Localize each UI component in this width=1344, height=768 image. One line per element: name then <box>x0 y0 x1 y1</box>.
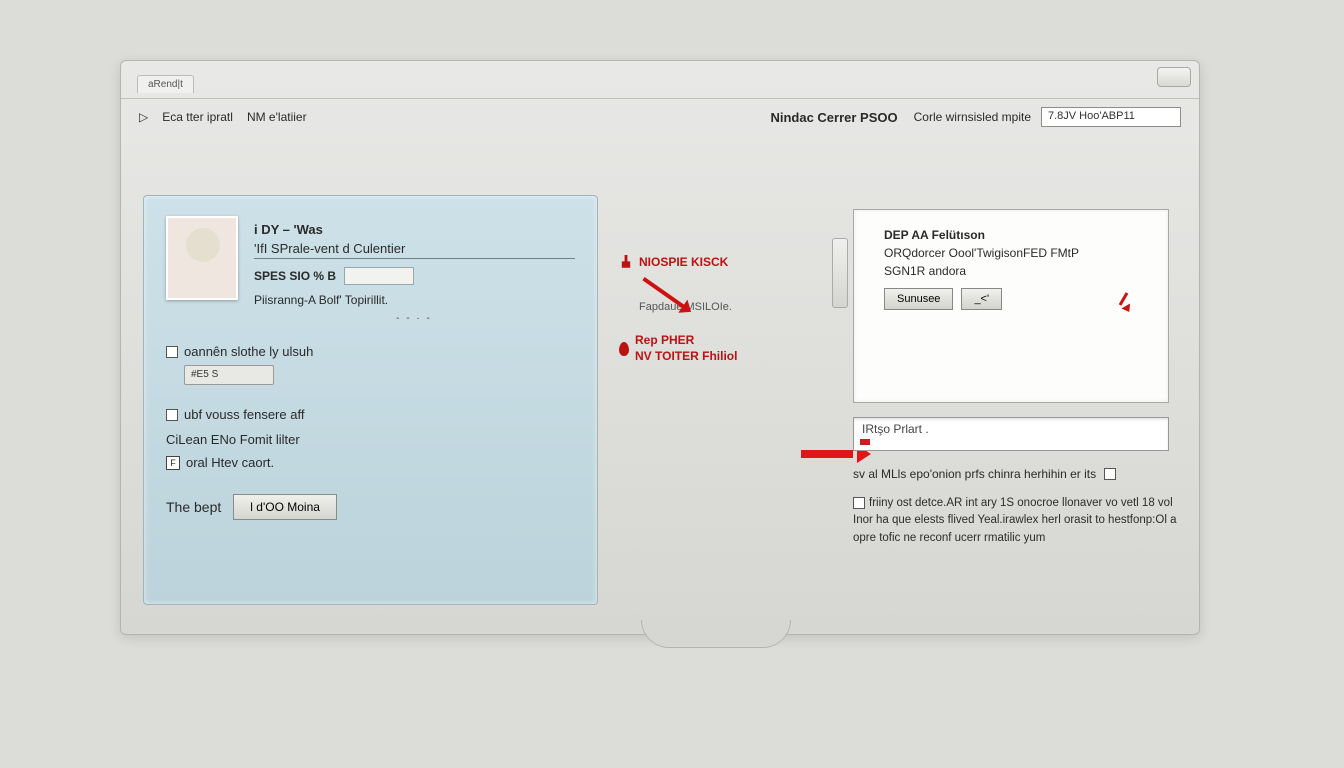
spes-label: SPES SIO % B <box>254 269 336 283</box>
left-foot-row: The bept l d'OO Moina <box>166 494 575 520</box>
info-paragraph: friiny ost detce.AR int ary 1S onocroe l… <box>853 495 1193 547</box>
hand-icon <box>619 255 633 271</box>
mid-check-label: oannên slothe ly ulsuh <box>184 344 313 359</box>
header-link-2[interactable]: NM e'latiier <box>247 110 307 124</box>
right-pane-button-2[interactable]: _<' <box>961 288 1002 310</box>
mid-check-row: oannên slothe ly ulsuh <box>166 344 575 359</box>
lower-row3: F oral Htev caort. <box>166 455 575 470</box>
small-arrow-icon <box>1118 294 1136 312</box>
pin-icon <box>619 342 629 356</box>
folder-icon: ▷ <box>139 110 148 124</box>
header-link-1[interactable]: Eca tter ipratl <box>162 110 233 124</box>
right-pane-line2: ORQdorcer Oool'TwigisonFED FMtP <box>884 246 1150 260</box>
profile-line5: Piisranng-A Bolf' Topirillit. <box>254 293 575 307</box>
header-field-label: Corle wirnsisled mpite <box>914 110 1031 124</box>
note-icon <box>853 497 865 509</box>
dialog-window: aRend|t ▷ Eca tter ipratl NM e'latiier N… <box>120 60 1200 635</box>
center-item-1: NIOSPIE KISCK <box>619 255 779 271</box>
header-field-input[interactable]: 7.8JV Hoo'ABP11 <box>1041 107 1181 127</box>
right-column: DEP AA Felütıson ORQdorcer Oool'Twigison… <box>853 209 1169 547</box>
header-section-title: Nindac Cerrer PSOO <box>770 110 897 125</box>
mid-pill-row: #E5 S <box>184 365 575 385</box>
avatar <box>166 216 238 300</box>
header-left: ▷ Eca tter ipratl NM e'latiier <box>139 110 754 124</box>
info-paragraph-text: friiny ost detce.AR int ary 1S onocroe l… <box>853 497 1176 544</box>
lower-label-2: CiLеan ENo Fomit lilter <box>166 432 575 447</box>
center-item-2: Rep PHER NV TOITER Fhiliol <box>619 333 779 364</box>
profile-info: i DY – 'Was 'IfI SPrale-vent d Culentier… <box>254 216 575 324</box>
ellipsis-icon: - - · - <box>384 313 444 324</box>
center-item-2a: Rep PHER <box>635 333 737 349</box>
lower-label-3: oral Htev caort. <box>186 455 274 470</box>
profile-role: 'IfI SPrale-vent d Culentier <box>254 241 575 259</box>
center-item-1-sub: Fapdaue MSILOIe. <box>619 301 779 313</box>
window-handle[interactable] <box>641 620 791 648</box>
center-item-1-title: NIOSPIE KISCK <box>639 255 728 271</box>
center-item-2b: NV TOITER Fhiliol <box>635 349 737 365</box>
mid-block: oannên slothe ly ulsuh #E5 S <box>166 344 575 385</box>
lower-row1: ubf vouss fensere aff <box>166 407 575 422</box>
right-pane-button-1[interactable]: Sunusee <box>884 288 953 310</box>
boxed-icon[interactable]: F <box>166 456 180 470</box>
lower-label-1: ubf vouss fensere aff <box>184 407 304 422</box>
right-check-text: sv al MLls epo'onion prfs chinra herhihi… <box>853 467 1096 481</box>
center-column: NIOSPIE KISCK Fapdaue MSILOIe. Rep PHER … <box>619 255 779 384</box>
checkbox-icon[interactable] <box>166 409 178 421</box>
header-row: ▷ Eca tter ipratl NM e'latiier Nindac Ce… <box>121 99 1199 133</box>
right-check-row: sv al MLls epo'onion prfs chinra herhihi… <box>853 467 1169 481</box>
tab-group: aRend|t <box>137 75 194 93</box>
scroll-handle[interactable] <box>832 238 848 308</box>
profile-name: i DY – 'Was <box>254 222 575 237</box>
lower-block: ubf vouss fensere aff CiLеan ENo Fomit l… <box>166 407 575 470</box>
right-pane-buttons: Sunusee _<' <box>884 288 1150 310</box>
foot-button[interactable]: l d'OO Moina <box>233 494 337 520</box>
left-panel: i DY – 'Was 'IfI SPrale-vent d Culentier… <box>143 195 598 605</box>
right-pane-line1: DEP AA Felütıson <box>884 228 1150 242</box>
tab-1[interactable]: aRend|t <box>137 75 194 93</box>
checkbox-icon[interactable] <box>1104 468 1116 480</box>
right-pane-line3: SGN1R andora <box>884 264 1150 278</box>
mid-pill[interactable]: #E5 S <box>184 365 274 385</box>
profile-row: i DY – 'Was 'IfI SPrale-vent d Culentier… <box>166 216 575 324</box>
window-close-button[interactable] <box>1157 67 1191 87</box>
checkbox-icon[interactable] <box>166 346 178 358</box>
header-right: Corle wirnsisled mpite 7.8JV Hoo'ABP11 <box>914 107 1181 127</box>
spes-input[interactable] <box>344 267 414 285</box>
right-pane: DEP AA Felütıson ORQdorcer Oool'Twigison… <box>853 209 1169 403</box>
titlebar: aRend|t <box>121 61 1199 99</box>
profile-spes-row: SPES SIO % B <box>254 267 575 285</box>
foot-label: The bept <box>166 499 221 515</box>
right-text-field[interactable]: IRtşo Prlart . <box>853 417 1169 451</box>
body: i DY – 'Was 'IfI SPrale-vent d Culentier… <box>121 135 1199 634</box>
